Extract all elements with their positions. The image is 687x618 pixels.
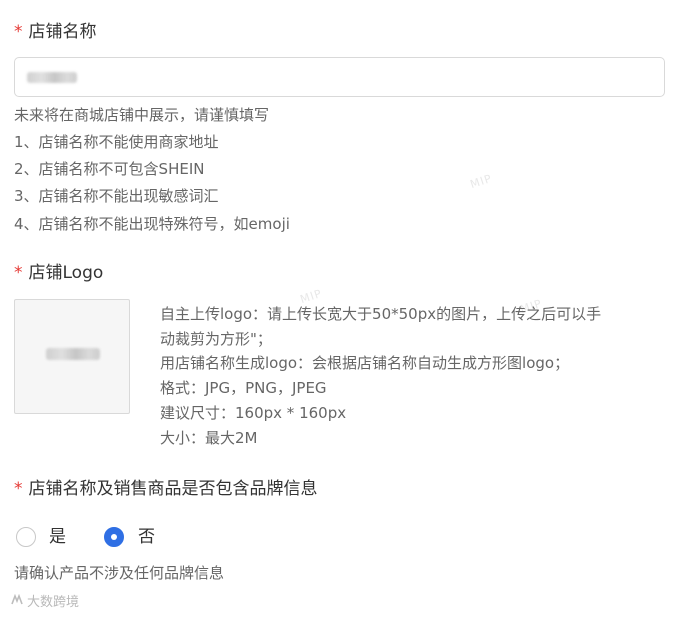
watermark: 大数跨境 bbox=[10, 593, 79, 612]
brand-info-note: 请确认产品不涉及任何品牌信息 bbox=[14, 564, 225, 582]
store-name-label: * 店铺名称 bbox=[14, 22, 97, 42]
store-name-rule: 2、店铺名称不可包含SHEIN bbox=[14, 160, 205, 178]
redacted-logo-preview bbox=[46, 348, 100, 360]
required-mark: * bbox=[14, 479, 23, 499]
logo-size-desc: 建议尺寸：160px * 160px bbox=[160, 404, 347, 422]
store-info-form: MIP MIP MIP * 店铺名称 未来将在商城店铺中展示，请谨慎填写 1、店铺… bbox=[0, 0, 687, 618]
background-watermark: MIP bbox=[468, 171, 494, 192]
redacted-store-name bbox=[27, 72, 77, 83]
brand-info-label: * 店铺名称及销售商品是否包含品牌信息 bbox=[14, 479, 318, 499]
logo-icon bbox=[10, 593, 24, 611]
brand-no-label[interactable]: 否 bbox=[138, 526, 155, 548]
logo-filesize-desc: 大小：最大2M bbox=[160, 429, 258, 447]
store-name-rule: 4、店铺名称不能出现特殊符号，如emoji bbox=[14, 215, 290, 233]
logo-upload-desc: 动裁剪为方形"； bbox=[160, 330, 272, 348]
store-name-input[interactable] bbox=[14, 57, 665, 97]
store-name-rule: 3、店铺名称不能出现敏感词汇 bbox=[14, 187, 219, 205]
store-name-help: 未来将在商城店铺中展示，请谨慎填写 bbox=[14, 106, 270, 124]
logo-upload-box[interactable] bbox=[14, 299, 130, 414]
brand-no-radio[interactable] bbox=[104, 527, 124, 547]
required-mark: * bbox=[14, 22, 23, 42]
logo-upload-desc: 自主上传logo：请上传长宽大于50*50px的图片，上传之后可以手 bbox=[160, 305, 602, 323]
logo-generate-desc: 用店铺名称生成logo：会根据店铺名称自动生成方形图logo； bbox=[160, 354, 570, 372]
brand-yes-label[interactable]: 是 bbox=[49, 526, 66, 548]
required-mark: * bbox=[14, 263, 23, 283]
logo-format-desc: 格式：JPG，PNG，JPEG bbox=[160, 379, 327, 397]
store-logo-label: * 店铺Logo bbox=[14, 263, 104, 283]
store-name-rule: 1、店铺名称不能使用商家地址 bbox=[14, 133, 219, 151]
brand-yes-radio[interactable] bbox=[16, 527, 36, 547]
